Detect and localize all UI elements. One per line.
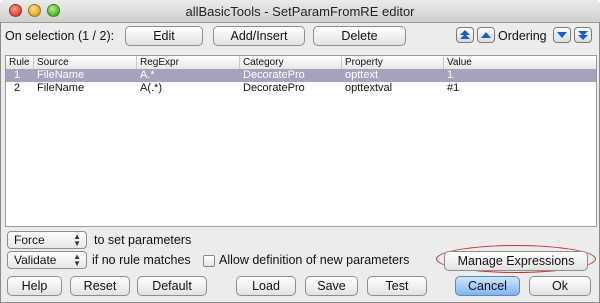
ok-button[interactable]: Ok [529, 276, 591, 296]
move-up-button[interactable] [477, 27, 495, 43]
test-button[interactable]: Test [367, 276, 427, 296]
cell-rule: 2 [14, 82, 21, 94]
window-title: allBasicTools - SetParamFromRE editor [185, 4, 415, 19]
move-top-button[interactable] [456, 27, 474, 43]
updown-chevron-icon: ▲ ▼ [73, 252, 81, 268]
editor-window: allBasicTools - SetParamFromRE editor On… [0, 0, 600, 303]
force-suffix-label: to set parameters [94, 233, 192, 247]
validate-select-value: Validate [14, 253, 57, 267]
help-button[interactable]: Help [7, 276, 62, 296]
cell-category: DecoratePro [243, 82, 305, 94]
delete-button[interactable]: Delete [313, 26, 406, 46]
load-button[interactable]: Load [236, 276, 296, 296]
force-select-value: Force [14, 233, 45, 247]
cell-regexpr: A(.*) [140, 82, 162, 94]
ordering-label: Ordering [498, 29, 547, 43]
allow-new-params-checkbox[interactable] [203, 255, 215, 267]
cell-source: FileName [37, 82, 85, 94]
col-header-source[interactable]: Source [34, 56, 137, 69]
col-header-rule[interactable]: Rule [6, 56, 34, 69]
add-insert-button[interactable]: Add/Insert [213, 26, 305, 46]
selection-label: On selection (1 / 2): [5, 29, 115, 43]
validate-select[interactable]: Validate ▲ ▼ [7, 251, 87, 269]
table-row[interactable]: 2 FileName A(.*) DecoratePro opttextval … [6, 82, 596, 95]
col-header-category[interactable]: Category [240, 56, 342, 69]
up-arrow-icon [481, 32, 491, 38]
cell-source: FileName [37, 69, 85, 81]
col-header-property[interactable]: Property [342, 56, 444, 69]
cell-value: 1 [447, 69, 454, 81]
allow-new-params-label: Allow definition of new parameters [219, 253, 410, 267]
down-arrow-icon [557, 32, 567, 38]
default-button[interactable]: Default [137, 276, 207, 296]
table-header: Rule Source RegExpr Category Property Va… [6, 56, 596, 70]
reset-button[interactable]: Reset [70, 276, 130, 296]
cell-category: DecoratePro [243, 69, 305, 81]
cell-property: opttext [345, 69, 379, 81]
cell-value: #1 [447, 82, 460, 94]
title-bar: allBasicTools - SetParamFromRE editor [0, 0, 600, 23]
rules-table: Rule Source RegExpr Category Property Va… [5, 55, 597, 227]
cell-property: opttextval [345, 82, 393, 94]
save-button[interactable]: Save [305, 276, 358, 296]
cell-rule: 1 [14, 69, 21, 81]
col-header-regexpr[interactable]: RegExpr [137, 56, 240, 69]
move-down-button[interactable] [553, 27, 571, 43]
move-bottom-button[interactable] [574, 27, 592, 43]
double-up-arrow-icon [460, 30, 470, 39]
double-down-arrow-icon [578, 31, 588, 40]
cancel-button[interactable]: Cancel [455, 276, 520, 296]
cell-regexpr: A.* [140, 69, 155, 81]
col-header-value[interactable]: Value [444, 56, 596, 69]
table-row[interactable]: 1 FileName A.* DecoratePro opttext 1 [6, 69, 596, 82]
edit-button[interactable]: Edit [125, 26, 203, 46]
manage-expressions-button[interactable]: Manage Expressions [444, 251, 588, 271]
force-select[interactable]: Force ▲ ▼ [7, 231, 87, 249]
updown-chevron-icon: ▲ ▼ [73, 232, 81, 248]
validate-suffix-label: if no rule matches [92, 253, 191, 267]
